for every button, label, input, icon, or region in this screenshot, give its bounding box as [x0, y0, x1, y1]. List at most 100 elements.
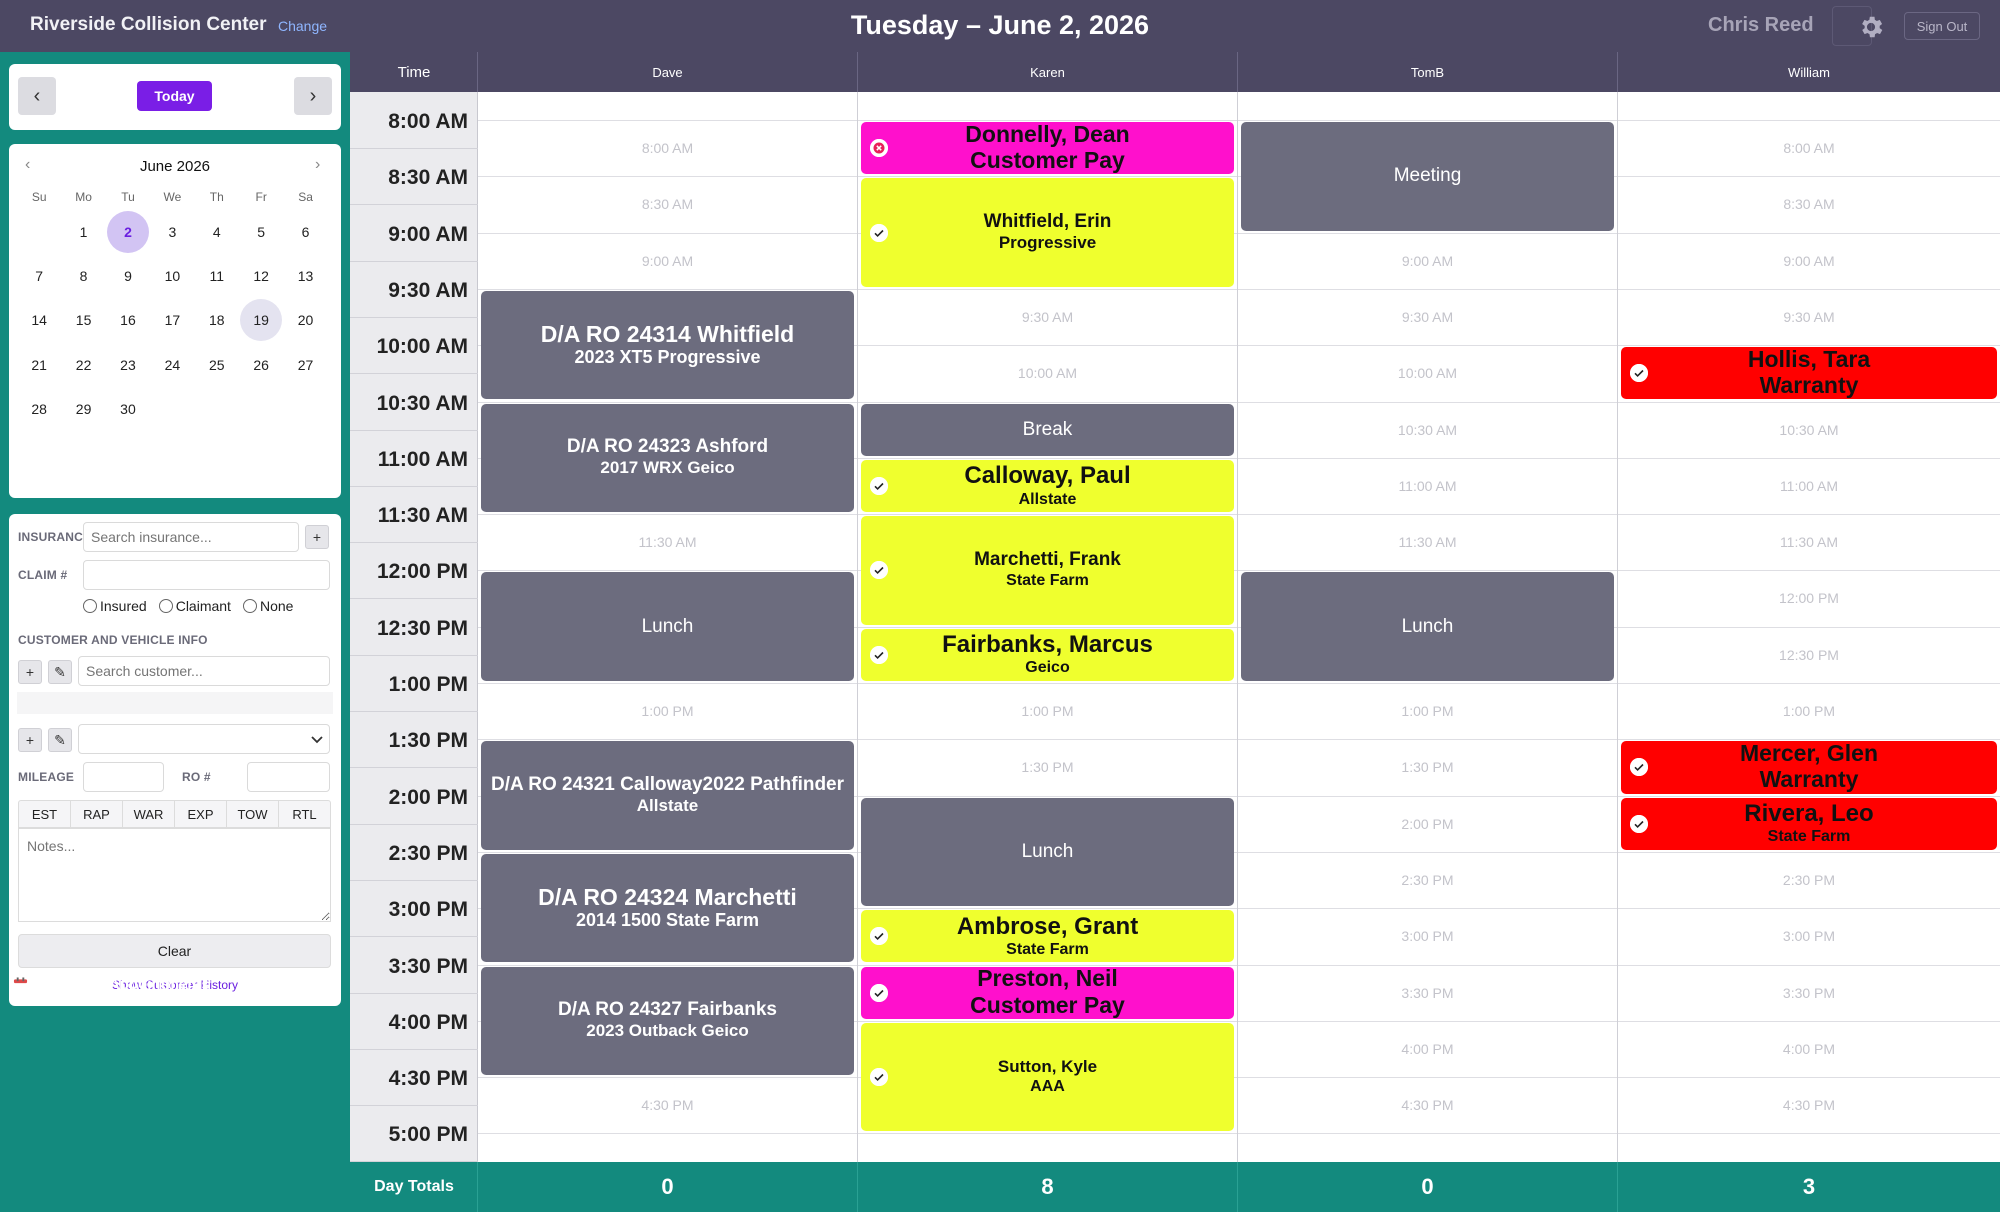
empty-slot[interactable]: 9:00 AM: [1618, 253, 2000, 269]
sign-out-button[interactable]: Sign Out: [1904, 12, 1980, 40]
empty-slot[interactable]: 9:00 AM: [1238, 253, 1617, 269]
settings-button[interactable]: [1852, 8, 1890, 46]
appointment-card[interactable]: Rivera, Leo State Farm: [1621, 797, 1997, 850]
empty-slot[interactable]: 4:30 PM: [1238, 1097, 1617, 1113]
calendar-day[interactable]: 29: [61, 387, 105, 431]
empty-slot[interactable]: 8:00 AM: [1618, 140, 2000, 156]
calendar-day[interactable]: 11: [195, 254, 239, 298]
calendar-day[interactable]: 7: [17, 254, 61, 298]
radio-claimant[interactable]: Claimant: [158, 598, 231, 614]
empty-slot[interactable]: 9:30 AM: [1618, 309, 2000, 325]
empty-slot[interactable]: 11:30 AM: [1238, 534, 1617, 550]
calendar-day[interactable]: 12: [239, 254, 283, 298]
empty-slot[interactable]: 11:30 AM: [1618, 534, 2000, 550]
empty-slot[interactable]: 1:00 PM: [1618, 703, 2000, 719]
appointment-card[interactable]: Lunch: [481, 572, 854, 681]
prev-day-button[interactable]: ‹: [18, 77, 56, 115]
empty-slot[interactable]: 12:30 PM: [1618, 647, 2000, 663]
edit-customer-button[interactable]: ✎: [48, 660, 72, 684]
tab-tow[interactable]: TOW: [227, 801, 279, 827]
appointment-card[interactable]: Sutton, Kyle AAA: [861, 1022, 1234, 1132]
empty-slot[interactable]: 1:00 PM: [858, 703, 1237, 719]
appointment-card[interactable]: D/A RO 24314 Whitfield 2023 XT5 Progressi…: [481, 290, 854, 400]
appointment-card[interactable]: D/A RO 24324 Marchetti 2014 1500 State Fa…: [481, 853, 854, 963]
empty-slot[interactable]: 2:00 PM: [1238, 816, 1617, 832]
empty-slot[interactable]: 8:30 AM: [478, 196, 857, 212]
customer-search-input[interactable]: [78, 656, 330, 686]
empty-slot[interactable]: 8:30 AM: [1618, 196, 2000, 212]
appointment-card[interactable]: Donnelly, Dean Customer Pay: [861, 122, 1234, 175]
add-insurance-button[interactable]: +: [305, 525, 329, 549]
claim-number-input[interactable]: [83, 560, 330, 590]
calendar-day[interactable]: 6: [283, 210, 327, 254]
empty-slot[interactable]: 12:00 PM: [1618, 590, 2000, 606]
tab-rtl[interactable]: RTL: [279, 801, 330, 827]
calendar-day[interactable]: 27: [283, 343, 327, 387]
add-vehicle-button[interactable]: +: [18, 728, 42, 752]
vehicle-select[interactable]: [78, 724, 330, 754]
empty-slot[interactable]: 9:00 AM: [478, 253, 857, 269]
tab-rap[interactable]: RAP: [71, 801, 123, 827]
empty-slot[interactable]: 3:30 PM: [1618, 985, 2000, 1001]
calendar-day[interactable]: 14: [17, 298, 61, 342]
calendar-day[interactable]: 28: [17, 387, 61, 431]
empty-slot[interactable]: 9:30 AM: [1238, 309, 1617, 325]
empty-slot[interactable]: 2:30 PM: [1618, 872, 2000, 888]
tab-exp[interactable]: EXP: [175, 801, 227, 827]
calendar-day[interactable]: 9: [106, 254, 150, 298]
tab-war[interactable]: WAR: [123, 801, 175, 827]
empty-slot[interactable]: 4:30 PM: [1618, 1097, 2000, 1113]
empty-slot[interactable]: 11:00 AM: [1618, 478, 2000, 494]
appointment-card[interactable]: Ambrose, Grant State Farm: [861, 910, 1234, 963]
calendar-day[interactable]: 30: [106, 387, 150, 431]
empty-slot[interactable]: 10:30 AM: [1618, 422, 2000, 438]
calendar-day[interactable]: 1: [61, 210, 105, 254]
appointment-card[interactable]: Mercer, Glen Warranty: [1621, 741, 1997, 794]
clear-button[interactable]: Clear: [18, 934, 331, 968]
empty-slot[interactable]: 3:00 PM: [1238, 928, 1617, 944]
add-customer-button[interactable]: +: [18, 660, 42, 684]
appointment-card[interactable]: Preston, Neil Customer Pay: [861, 966, 1234, 1019]
appointment-card[interactable]: Meeting: [1241, 122, 1614, 231]
notes-textarea[interactable]: [18, 828, 331, 922]
appointment-card[interactable]: Marchetti, Frank State Farm: [861, 516, 1234, 625]
calendar-day[interactable]: 20: [283, 298, 327, 342]
appointment-card[interactable]: Whitfield, Erin Progressive: [861, 178, 1234, 287]
appointment-card[interactable]: Calloway, Paul Allstate: [861, 459, 1234, 513]
empty-slot[interactable]: 9:30 AM: [858, 309, 1237, 325]
next-day-button[interactable]: ›: [294, 77, 332, 115]
upcoming-appointments-link[interactable]: Upcoming Appointments: [13, 976, 210, 993]
appointment-card[interactable]: Fairbanks, Marcus Geico: [861, 628, 1234, 681]
change-shop-link[interactable]: Change: [278, 18, 327, 34]
calendar-day[interactable]: 5: [239, 210, 283, 254]
calendar-day[interactable]: 16: [106, 298, 150, 342]
empty-slot[interactable]: 1:30 PM: [858, 759, 1237, 775]
appointment-card[interactable]: Lunch: [861, 797, 1234, 907]
next-month-button[interactable]: ›: [315, 156, 320, 174]
radio-insured[interactable]: Insured: [83, 598, 147, 614]
ro-number-input[interactable]: [247, 762, 330, 792]
empty-slot[interactable]: 2:30 PM: [1238, 872, 1617, 888]
empty-slot[interactable]: 10:00 AM: [1238, 365, 1617, 381]
empty-slot[interactable]: 4:30 PM: [478, 1097, 857, 1113]
calendar-day[interactable]: 2: [106, 210, 150, 254]
radio-none[interactable]: None: [242, 598, 293, 614]
empty-slot[interactable]: 8:00 AM: [478, 140, 857, 156]
appointment-card[interactable]: D/A RO 24327 Fairbanks 2023 Outback Geico: [481, 966, 854, 1076]
calendar-day[interactable]: 25: [195, 343, 239, 387]
calendar-day[interactable]: 17: [150, 298, 194, 342]
appointment-card[interactable]: Break: [861, 403, 1234, 456]
edit-vehicle-button[interactable]: ✎: [48, 728, 72, 752]
appointment-card[interactable]: D/A RO 24321 Calloway2022 Pathfinder Alls…: [481, 741, 854, 850]
calendar-day[interactable]: 26: [239, 343, 283, 387]
calendar-day[interactable]: 22: [61, 343, 105, 387]
calendar-day[interactable]: 10: [150, 254, 194, 298]
appointment-card[interactable]: Hollis, Tara Warranty: [1621, 347, 1997, 400]
calendar-day[interactable]: 24: [150, 343, 194, 387]
calendar-day[interactable]: 8: [61, 254, 105, 298]
calendar-day[interactable]: 23: [106, 343, 150, 387]
empty-slot[interactable]: 3:30 PM: [1238, 985, 1617, 1001]
empty-slot[interactable]: 10:30 AM: [1238, 422, 1617, 438]
empty-slot[interactable]: 1:30 PM: [1238, 759, 1617, 775]
empty-slot[interactable]: 1:00 PM: [1238, 703, 1617, 719]
